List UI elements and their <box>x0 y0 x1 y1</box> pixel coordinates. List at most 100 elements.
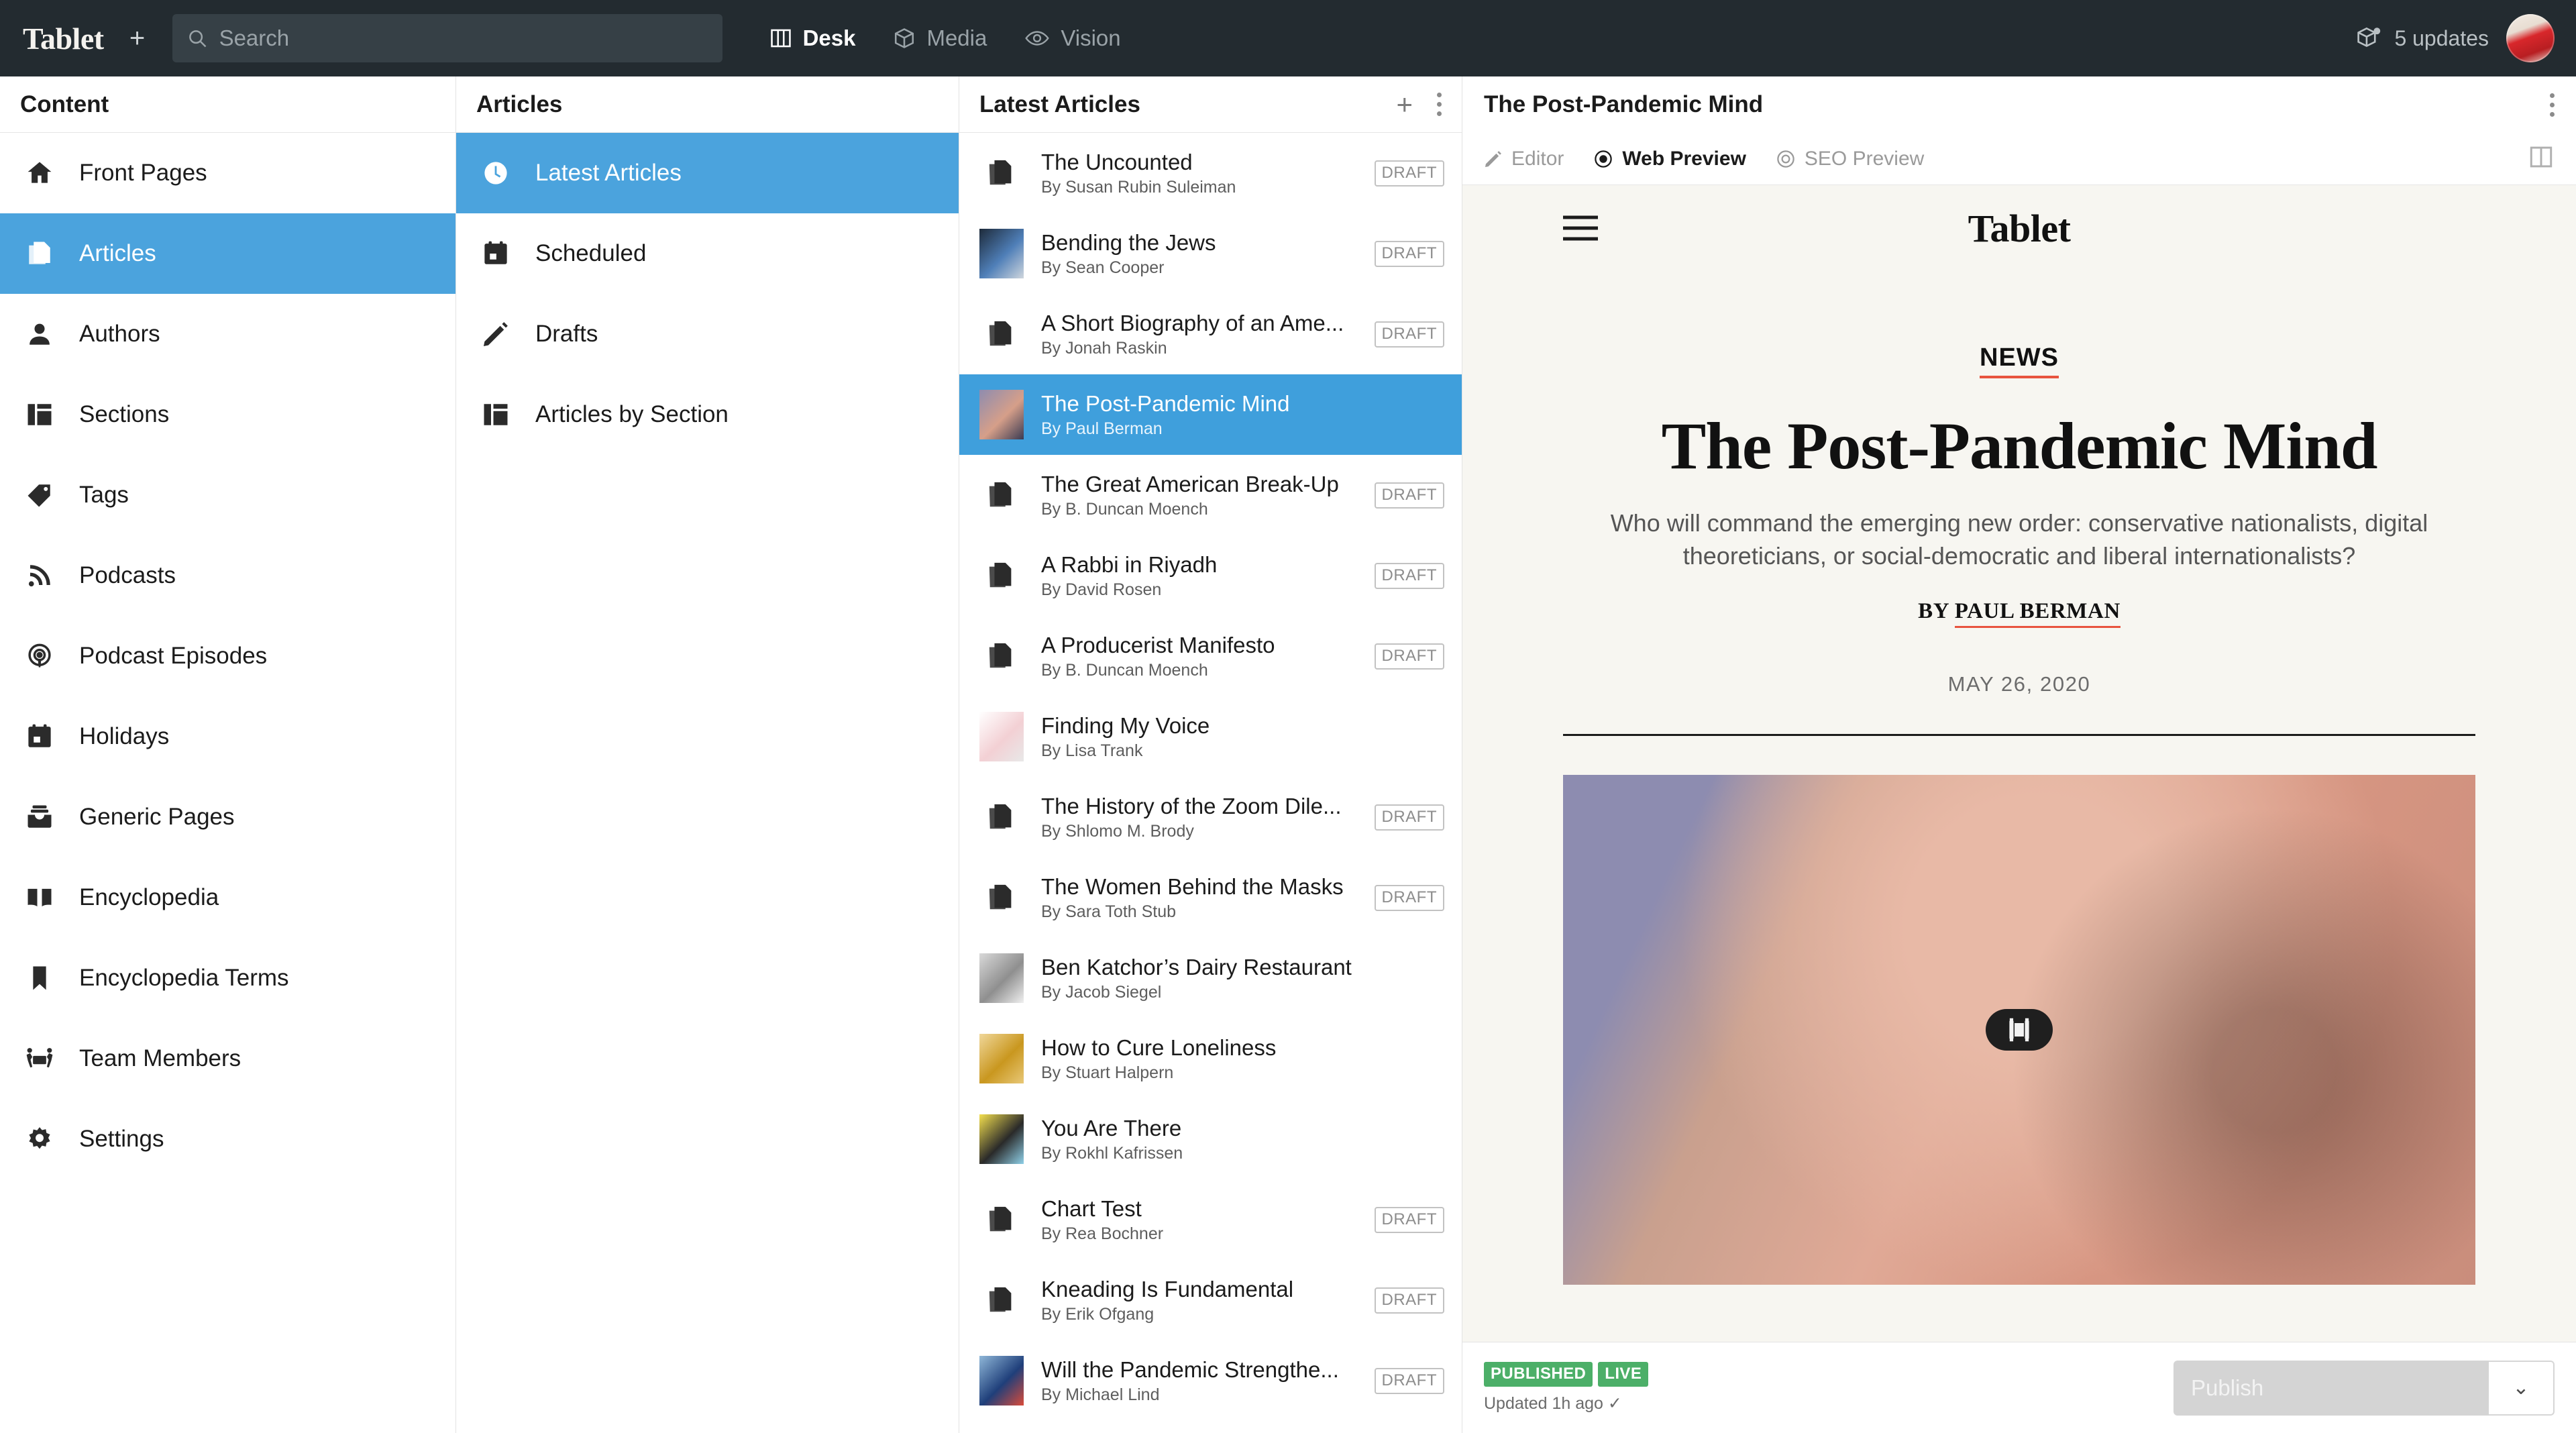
article-author: By Stuart Halpern <box>1041 1063 1174 1083</box>
article-deck: Who will command the emerging new order:… <box>1610 509 2428 570</box>
list-more-menu-icon[interactable] <box>1437 93 1442 116</box>
add-article-button[interactable]: + <box>1396 90 1413 117</box>
status-badge-draft: DRAFT <box>1374 804 1444 831</box>
sidebar-item-front-pages[interactable]: Front Pages <box>0 133 455 213</box>
sidebar-label: Front Pages <box>79 160 207 186</box>
article-list-item[interactable]: How to Cure Loneliness By Stuart Halpern <box>959 1018 1462 1099</box>
new-document-button[interactable]: + <box>119 19 156 57</box>
tab-seo-preview[interactable]: SEO Preview <box>1776 148 1924 170</box>
toggle-split-view-icon[interactable] <box>2528 145 2555 172</box>
tab-desk[interactable]: Desk <box>769 25 856 51</box>
article-list-item[interactable]: A Producerist Manifesto By B. Duncan Moen… <box>959 616 1462 696</box>
avatar[interactable] <box>2506 14 2555 62</box>
tab-desk-label: Desk <box>802 25 856 50</box>
tab-web-preview[interactable]: Web Preview <box>1593 148 1746 170</box>
article-list-item[interactable]: You Are There By Rokhl Kafrissen <box>959 1099 1462 1179</box>
sidebar-item-podcasts[interactable]: Podcasts <box>0 535 455 616</box>
article-author: By Erik Ofgang <box>1041 1305 1155 1324</box>
sidebar-item-tags[interactable]: Tags <box>0 455 455 535</box>
inbox-icon <box>23 803 56 831</box>
tab-vision[interactable]: Vision <box>1024 25 1121 51</box>
article-author: By Susan Rubin Suleiman <box>1041 178 1236 197</box>
article-title: Ben Katchor’s Dairy Restaurant <box>1041 954 1352 979</box>
articles-item-drafts[interactable]: Drafts <box>456 294 959 374</box>
site-menu-icon[interactable] <box>1563 209 1598 248</box>
article-list-item[interactable]: Chart Test By Rea Bochner DRAFT <box>959 1179 1462 1260</box>
status-badge-draft: DRAFT <box>1374 160 1444 187</box>
sidebar-item-encyclopedia-terms[interactable]: Encyclopedia Terms <box>0 938 455 1018</box>
articles-item-scheduled[interactable]: Scheduled <box>456 213 959 294</box>
horizontal-rule <box>1563 734 2475 737</box>
article-list-item[interactable]: The Women Behind the Masks By Sara Toth S… <box>959 857 1462 938</box>
tab-media[interactable]: Media <box>893 25 987 51</box>
article-list-item[interactable]: Kneading Is Fundamental By Erik Ofgang DRA… <box>959 1260 1462 1340</box>
eye-icon <box>1025 31 1050 46</box>
cube-icon <box>895 28 914 48</box>
article-kicker[interactable]: NEWS <box>1462 343 2576 378</box>
calendar-icon <box>23 723 56 751</box>
article-list-item[interactable]: The Post-Pandemic Mind By Paul Berman <box>959 374 1462 455</box>
sidebar-item-authors[interactable]: Authors <box>0 294 455 374</box>
article-list-item[interactable]: The Great American Break-Up By B. Duncan … <box>959 455 1462 535</box>
sidebar-item-settings[interactable]: Settings <box>0 1099 455 1179</box>
article-thumbnail <box>979 1356 1024 1405</box>
web-preview-frame[interactable]: Tablet NEWS The Post-Pandemic Mind Who w… <box>1462 185 2576 1342</box>
article-list-item[interactable]: A Rabbi in Riyadh By David Rosen DRAFT <box>959 535 1462 616</box>
sidebar-item-sections[interactable]: Sections <box>0 374 455 455</box>
article-title: How to Cure Loneliness <box>1041 1034 1277 1060</box>
list-title: Latest Articles <box>979 91 1140 117</box>
publish-dropdown-toggle[interactable]: ⌄ <box>2489 1360 2555 1416</box>
document-icon <box>979 148 1024 198</box>
article-list-item-text: How to Cure Loneliness By Stuart Halpern <box>1041 1034 1444 1083</box>
document-icon <box>979 1275 1024 1325</box>
publish-button[interactable]: Publish <box>2174 1360 2489 1416</box>
article-list-item-text: A Short Biography of an Ame... By Jonah R… <box>1041 310 1357 359</box>
article-list-item-text: The Post-Pandemic Mind By Paul Berman <box>1041 390 1444 439</box>
article-list-item[interactable]: A Short Biography of an Ame... By Jonah R… <box>959 294 1462 374</box>
status-badge-draft: DRAFT <box>1374 1206 1444 1233</box>
site-logo: Tablet <box>1968 206 2071 250</box>
app-root: Tablet + Search Desk Media Vision 5 upda… <box>0 0 2576 1433</box>
preview-more-menu-icon[interactable] <box>2550 93 2555 117</box>
article-thumbnail <box>979 390 1024 439</box>
bookmark-icon <box>23 964 56 992</box>
document-icon <box>979 792 1024 842</box>
brand-logo[interactable]: Tablet <box>0 21 119 56</box>
article-list-item[interactable]: Ben Katchor’s Dairy Restaurant By Jacob S… <box>959 938 1462 1018</box>
sidebar-label: Generic Pages <box>79 804 235 830</box>
tab-editor[interactable]: Editor <box>1484 148 1564 170</box>
articles-item-by-section[interactable]: Articles by Section <box>456 374 959 455</box>
team-icon <box>23 1045 56 1073</box>
sidebar-item-podcast-episodes[interactable]: Podcast Episodes <box>0 616 455 696</box>
sidebar-label: Holidays <box>79 723 170 749</box>
calendar-icon <box>479 240 513 268</box>
gear-icon <box>23 1125 56 1153</box>
search-input[interactable]: Search <box>172 14 722 62</box>
scroll-badge-icon[interactable] <box>1986 1009 2053 1051</box>
article-byline: BY PAUL BERMAN <box>1462 599 2576 629</box>
book-icon <box>23 884 56 912</box>
sidebar-item-encyclopedia[interactable]: Encyclopedia <box>0 857 455 938</box>
article-list-item[interactable]: Will the Pandemic Strengthe... By Michael… <box>959 1340 1462 1421</box>
articles-item-latest[interactable]: Latest Articles <box>456 133 959 213</box>
document-icon <box>979 1195 1024 1244</box>
top-bar: Tablet + Search Desk Media Vision 5 upda… <box>0 0 2576 76</box>
preview-header: The Post-Pandemic Mind <box>1462 76 2576 133</box>
updates-button[interactable]: 5 updates <box>2355 25 2489 51</box>
sidebar-item-generic-pages[interactable]: Generic Pages <box>0 777 455 857</box>
columns-icon <box>770 29 791 48</box>
article-title: Finding My Voice <box>1041 712 1210 738</box>
rss-icon <box>23 562 56 590</box>
eye-outline-icon <box>1777 150 1794 168</box>
sidebar-item-team-members[interactable]: Team Members <box>0 1018 455 1099</box>
sidebar-item-articles[interactable]: Articles <box>0 213 455 294</box>
article-list-item[interactable]: The History of the Zoom Dile... By Shlomo… <box>959 777 1462 857</box>
article-list-item[interactable]: The Uncounted By Susan Rubin Suleiman DRAF… <box>959 133 1462 213</box>
list-header: Latest Articles + <box>959 76 1462 133</box>
article-list[interactable]: The Uncounted By Susan Rubin Suleiman DRAF… <box>959 133 1462 1433</box>
byline-author[interactable]: PAUL BERMAN <box>1954 599 2121 629</box>
article-list-item[interactable]: Bending the Jews By Sean Cooper DRAFT <box>959 213 1462 294</box>
documents-icon <box>23 240 56 268</box>
sidebar-item-holidays[interactable]: Holidays <box>0 696 455 777</box>
article-list-item[interactable]: Finding My Voice By Lisa Trank <box>959 696 1462 777</box>
